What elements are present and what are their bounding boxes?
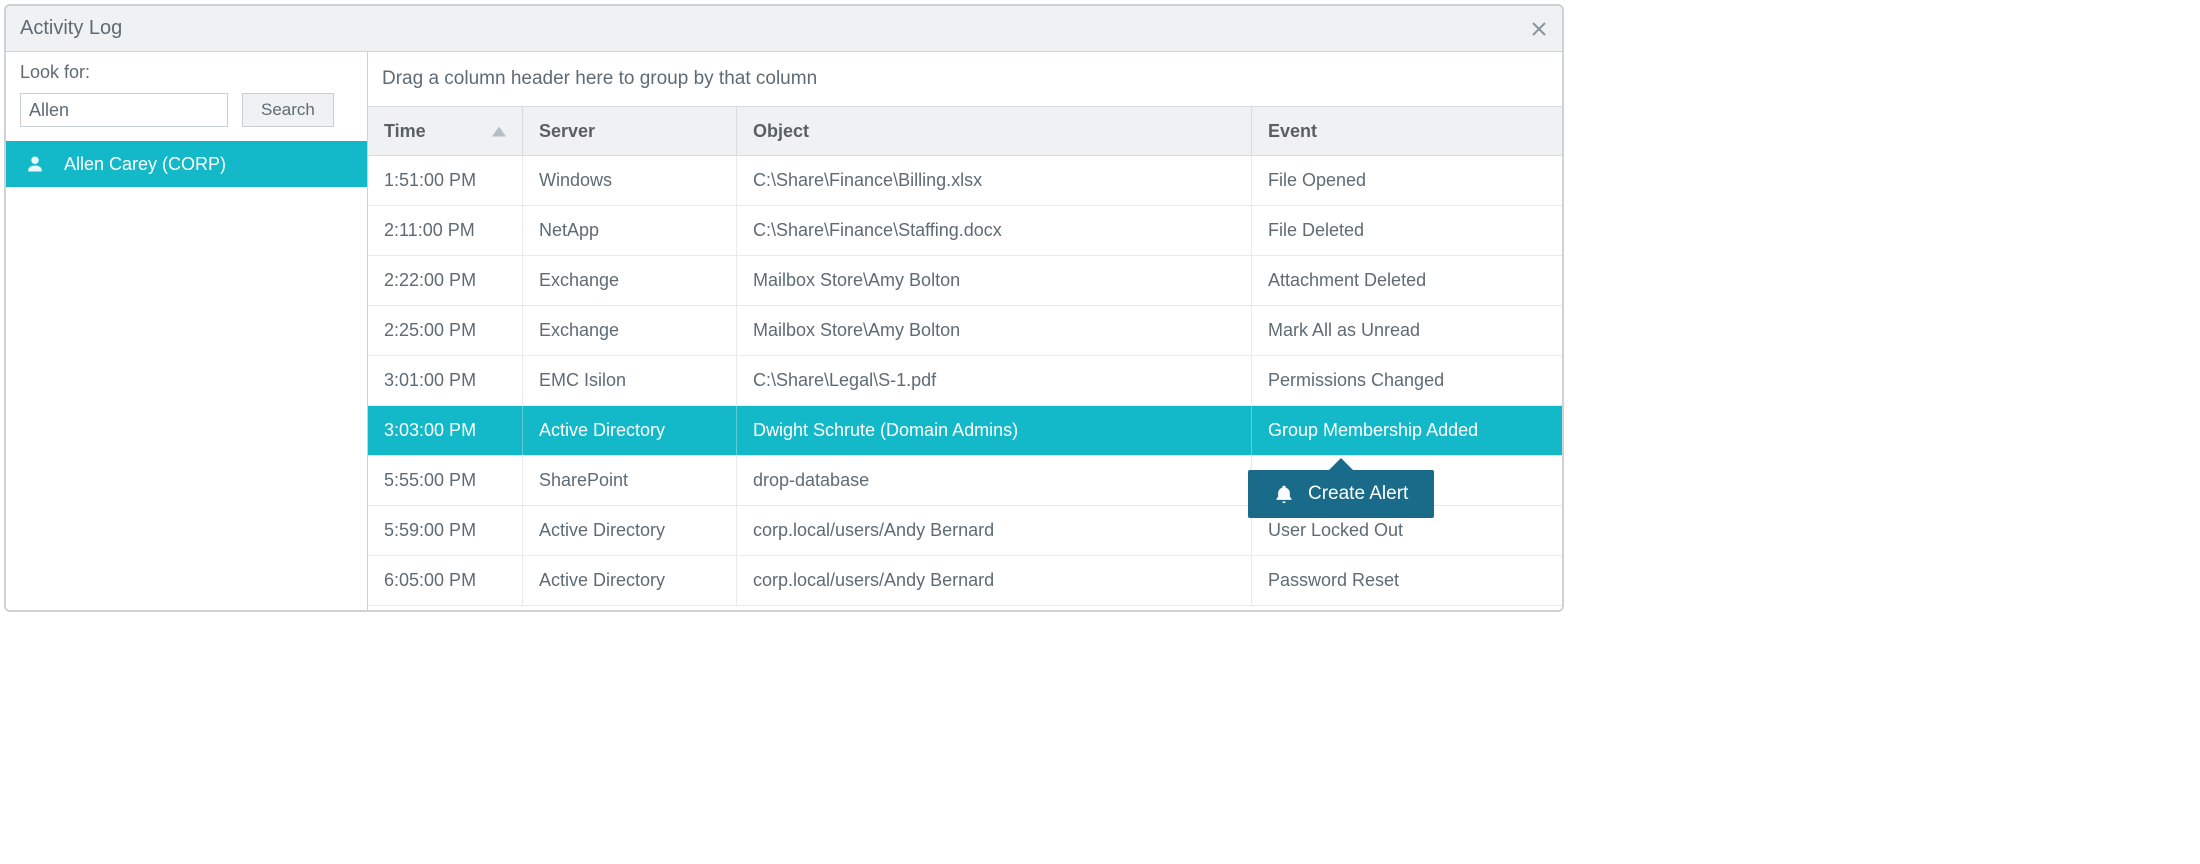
cell-time: 2:22:00 PM [368,256,523,305]
column-header-event-label: Event [1268,121,1317,142]
cell-object: C:\Share\Finance\Billing.xlsx [737,156,1252,205]
cell-object: C:\Share\Legal\S-1.pdf [737,356,1252,405]
bell-icon [1274,483,1294,505]
cell-time: 3:03:00 PM [368,406,523,455]
cell-time: 5:59:00 PM [368,506,523,555]
window-title: Activity Log [20,17,122,40]
table-row[interactable]: 2:11:00 PMNetAppC:\Share\Finance\Staffin… [368,206,1562,256]
table-row[interactable]: 6:05:00 PMActive Directorycorp.local/use… [368,556,1562,606]
search-row: Search [20,93,353,127]
cell-server: Windows [523,156,737,205]
grid-header: Time Server Object Event [368,106,1562,156]
cell-server: SharePoint [523,456,737,505]
cell-time: 2:25:00 PM [368,306,523,355]
group-by-hint[interactable]: Drag a column header here to group by th… [368,52,1562,106]
titlebar: Activity Log [6,6,1562,52]
sort-ascending-icon [492,121,506,142]
sidebar-result-item[interactable]: Allen Carey (CORP) [6,141,367,187]
cell-event: Mark All as Unread [1252,306,1562,355]
column-header-object-label: Object [753,121,809,142]
column-header-event[interactable]: Event [1252,107,1562,155]
column-header-server-label: Server [539,121,595,142]
cell-event: Group Membership Added [1252,406,1562,455]
cell-object: corp.local/users/Andy Bernard [737,556,1252,605]
close-button[interactable] [1526,16,1552,42]
grid-body: 1:51:00 PMWindowsC:\Share\Finance\Billin… [368,156,1562,606]
cell-object: Mailbox Store\Amy Bolton [737,256,1252,305]
sidebar-result-label: Allen Carey (CORP) [64,154,226,175]
cell-event: File Opened [1252,156,1562,205]
main-panel: Drag a column header here to group by th… [368,52,1562,610]
cell-time: 5:55:00 PM [368,456,523,505]
cell-event: Password Reset [1252,556,1562,605]
create-alert-label: Create Alert [1308,483,1408,505]
cell-event: Permissions Changed [1252,356,1562,405]
cell-server: EMC Isilon [523,356,737,405]
cell-object: C:\Share\Finance\Staffing.docx [737,206,1252,255]
window-body: Look for: Search Allen Carey (CORP) Drag… [6,52,1562,610]
person-icon [26,154,44,174]
cell-server: Exchange [523,256,737,305]
cell-event: File Deleted [1252,206,1562,255]
table-row[interactable]: 3:01:00 PMEMC IsilonC:\Share\Legal\S-1.p… [368,356,1562,406]
cell-object: drop-database [737,456,1252,505]
table-row[interactable]: 2:25:00 PMExchangeMailbox Store\Amy Bolt… [368,306,1562,356]
cell-object: corp.local/users/Andy Bernard [737,506,1252,555]
cell-time: 3:01:00 PM [368,356,523,405]
cell-time: 6:05:00 PM [368,556,523,605]
column-header-time-label: Time [384,121,426,142]
cell-server: Active Directory [523,506,737,555]
activity-log-window: Activity Log Look for: Search Allen Care… [4,4,1564,612]
cell-server: Exchange [523,306,737,355]
create-alert-tooltip[interactable]: Create Alert [1248,470,1434,518]
cell-time: 1:51:00 PM [368,156,523,205]
column-header-server[interactable]: Server [523,107,737,155]
close-icon [1531,21,1547,37]
table-row[interactable]: 2:22:00 PMExchangeMailbox Store\Amy Bolt… [368,256,1562,306]
cell-server: Active Directory [523,406,737,455]
table-row[interactable]: 1:51:00 PMWindowsC:\Share\Finance\Billin… [368,156,1562,206]
cell-server: Active Directory [523,556,737,605]
search-input[interactable] [20,93,228,127]
search-area: Look for: Search [6,52,367,141]
cell-event: Attachment Deleted [1252,256,1562,305]
cell-object: Mailbox Store\Amy Bolton [737,306,1252,355]
table-row[interactable]: 3:03:00 PMActive DirectoryDwight Schrute… [368,406,1562,456]
column-header-time[interactable]: Time [368,107,523,155]
sidebar: Look for: Search Allen Carey (CORP) [6,52,368,610]
column-header-object[interactable]: Object [737,107,1252,155]
cell-server: NetApp [523,206,737,255]
cell-time: 2:11:00 PM [368,206,523,255]
sidebar-results: Allen Carey (CORP) [6,141,367,187]
search-label: Look for: [20,62,353,83]
search-button[interactable]: Search [242,93,334,127]
cell-object: Dwight Schrute (Domain Admins) [737,406,1252,455]
